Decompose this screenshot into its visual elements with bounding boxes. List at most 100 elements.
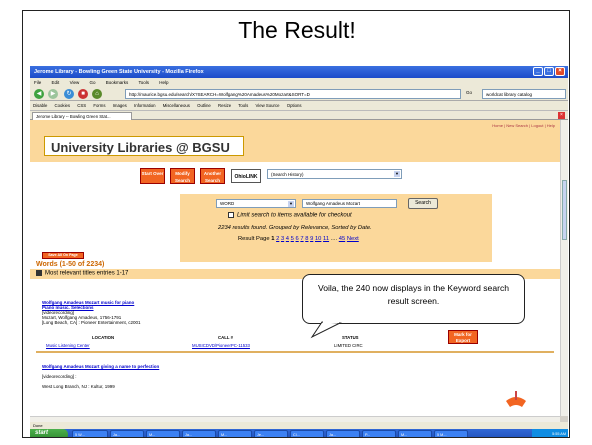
collapse-icon[interactable] (36, 270, 42, 276)
menu-bar: File Edit View Go Bookmarks Tools Help (30, 78, 568, 87)
page-link[interactable]: 4 (286, 236, 289, 242)
page-link[interactable]: 6 (296, 236, 299, 242)
result-1: Wolfgang Amadeus Mozart music for piano … (42, 300, 141, 325)
slide: The Result! Jerome Library - Bowling Gre… (0, 0, 592, 445)
taskbar-item[interactable]: 5 M... (434, 430, 468, 437)
toolbar-css[interactable]: CSS (77, 103, 86, 108)
search-query-input[interactable]: Wolfgang Amadeus Mozart (302, 199, 397, 208)
chevron-down-icon: ▼ (394, 171, 400, 177)
search-button[interactable]: Search (408, 198, 438, 209)
toolbar-outline[interactable]: Outline (197, 103, 211, 108)
toolbar-disable[interactable]: Disable (33, 103, 47, 108)
menu-go[interactable]: Go (90, 80, 96, 85)
reload-icon[interactable]: ↻ (64, 89, 74, 99)
scrollbar-thumb[interactable] (562, 180, 567, 240)
page-link[interactable]: 8 (305, 236, 308, 242)
next-page-link[interactable]: Next (347, 236, 359, 242)
toolbar-resize[interactable]: Resize (218, 103, 231, 108)
material-type-icon (506, 391, 526, 407)
start-button[interactable]: start (30, 429, 68, 437)
page-link-last[interactable]: 45 (339, 236, 345, 242)
taskbar-item[interactable]: Ja... (110, 430, 144, 437)
window-title: Jerome Library - Bowling Green State Uni… (34, 69, 204, 75)
location-header: LOCATION (92, 335, 115, 340)
menu-view[interactable]: View (70, 80, 80, 85)
close-tab-icon[interactable]: × (558, 112, 565, 119)
home-icon[interactable]: ⌂ (92, 89, 102, 99)
taskbar-item[interactable]: Cl... (290, 430, 324, 437)
go-button[interactable]: Go (466, 90, 472, 95)
url-bar[interactable]: http://maurice.bgsu.edu/search/X?SEARCH=… (125, 89, 461, 99)
menu-help[interactable]: Help (159, 80, 168, 85)
taskbar-item[interactable]: M... (146, 430, 180, 437)
stop-icon[interactable]: ■ (78, 89, 88, 99)
back-icon[interactable]: ◀ (34, 89, 44, 99)
results-found: 2234 results found. Grouped by Relevance… (218, 225, 372, 231)
menu-edit[interactable]: Edit (52, 80, 60, 85)
taskbar-item[interactable]: 5 W... (72, 430, 108, 437)
limit-checkbox[interactable] (228, 212, 234, 218)
header-links[interactable]: Home | New Search | Logout | Help (492, 123, 555, 128)
most-relevant-label: Most relevant titles entries 1-17 (45, 270, 129, 277)
library-header: Home | New Search | Logout | Help Univer… (30, 120, 560, 162)
location-value[interactable]: Music Listening Center (46, 343, 90, 348)
taskbar-item[interactable]: M... (398, 430, 432, 437)
tab-bar: Jerome Library -- Bowling Green Stat... … (30, 111, 568, 120)
system-tray-clock[interactable]: 5:55 AM (532, 429, 568, 437)
save-all-button[interactable]: Save All On Page (42, 252, 84, 259)
result-2-format: [videorecording] : (42, 374, 77, 379)
modify-search-button[interactable]: Modify Search (170, 168, 195, 184)
toolbar-information[interactable]: Information (134, 103, 156, 108)
mark-export-button[interactable]: Mark for Export (448, 330, 478, 344)
maximize-icon[interactable]: □ (544, 67, 554, 76)
menu-tools[interactable]: Tools (138, 80, 149, 85)
ohiolink-button[interactable]: OhioLINK (231, 169, 261, 183)
header-title: University Libraries @ BGSU (44, 136, 244, 156)
status-bar: Done (30, 422, 568, 429)
tab-jerome-library[interactable]: Jerome Library -- Bowling Green Stat... (32, 112, 132, 120)
toolbar-cookies[interactable]: Cookies (55, 103, 71, 108)
call-header: CALL # (218, 335, 233, 340)
taskbar-item[interactable]: M... (218, 430, 252, 437)
page-link[interactable]: 11 (323, 236, 329, 242)
taskbar-item[interactable]: Je... (254, 430, 288, 437)
result-2-title[interactable]: Wolfgang Amadeus Mozart giving a name to… (42, 364, 159, 369)
taskbar-item[interactable]: Ja... (326, 430, 360, 437)
another-search-button[interactable]: Another Search (200, 168, 225, 184)
taskbar-item[interactable]: P... (362, 430, 396, 437)
menu-file[interactable]: File (34, 80, 41, 85)
toolbar-view-source[interactable]: View Source (255, 103, 279, 108)
result-divider (36, 351, 554, 353)
page-link[interactable]: 10 (315, 236, 321, 242)
page-link[interactable]: 2 (276, 236, 279, 242)
page-content: Home | New Search | Logout | Help Univer… (30, 120, 560, 416)
words-range: Words (1-50 of 2234) (36, 261, 105, 268)
navigation-toolbar: ◀ ▶ ↻ ■ ⌂ http://maurice.bgsu.edu/search… (30, 87, 568, 101)
toolbar-tools[interactable]: Tools (238, 103, 248, 108)
page-link[interactable]: 3 (281, 236, 284, 242)
toolbar-images[interactable]: Images (113, 103, 127, 108)
slide-title: The Result! (238, 17, 356, 43)
taskbar-item[interactable]: Ja... (182, 430, 216, 437)
result-2: Wolfgang Amadeus Mozart giving a name to… (42, 364, 159, 389)
vertical-scrollbar[interactable] (560, 120, 568, 416)
search-type-select[interactable]: WORD ▼ (216, 199, 296, 208)
page-link[interactable]: 7 (300, 236, 303, 242)
forward-icon[interactable]: ▶ (48, 89, 58, 99)
toolbar-forms[interactable]: Forms (93, 103, 105, 108)
start-over-button[interactable]: Start Over (140, 168, 165, 184)
close-icon[interactable]: × (555, 67, 565, 76)
status-value: LIMITED CIRC (334, 343, 363, 348)
limit-checkbox-row[interactable]: Limit search to items available for chec… (228, 212, 352, 219)
minimize-icon[interactable]: _ (533, 67, 543, 76)
toolbar-options[interactable]: Options (287, 103, 302, 108)
web-search-input[interactable]: worldcat library catalog (482, 89, 566, 99)
call-value[interactable]: MUSICDVD/PioneerPC-11533 (192, 343, 250, 348)
menu-bookmarks[interactable]: Bookmarks (106, 80, 129, 85)
search-history-select[interactable]: (Search History) ▼ (267, 169, 402, 179)
windows-taskbar: start 5 W... Ja... M... Ja... M... Je...… (30, 429, 568, 437)
search-history-value: (Search History) (271, 172, 304, 177)
page-link[interactable]: 9 (310, 236, 313, 242)
page-link[interactable]: 5 (291, 236, 294, 242)
toolbar-miscellaneous[interactable]: Miscellaneous (163, 103, 190, 108)
